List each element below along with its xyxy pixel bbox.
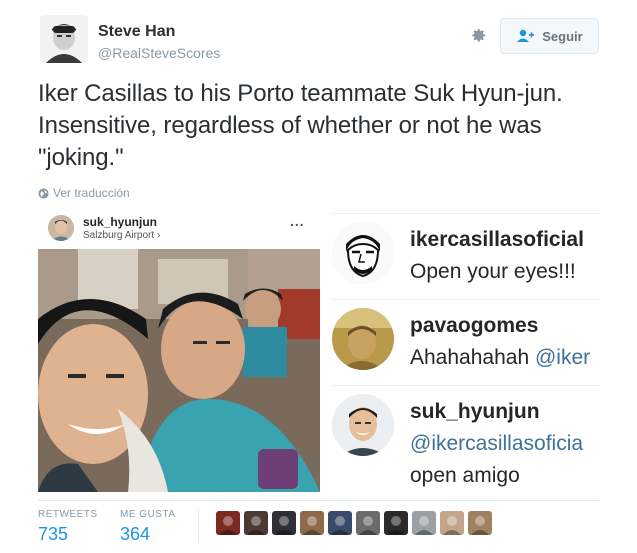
liker-avatars <box>216 511 492 535</box>
instagram-comments: ikercasillasoficial Open your eyes!!! pa… <box>330 213 599 492</box>
stats-divider <box>198 509 199 543</box>
liker-avatar[interactable] <box>412 511 436 535</box>
comment-mention: @iker <box>534 346 591 369</box>
liker-avatar[interactable] <box>384 511 408 535</box>
chevron-right-icon: › <box>156 230 161 241</box>
likes-stat[interactable]: ME GUSTA 364 <box>120 509 175 545</box>
comment-text: Open your eyes!!! <box>410 260 576 283</box>
commenter-username: suk_hyunjun <box>410 400 540 423</box>
commenter-username: pavaogomes <box>410 314 539 337</box>
drawing-face-avatar <box>332 222 394 284</box>
liker-avatar[interactable] <box>300 511 324 535</box>
commenter-avatar <box>332 394 394 456</box>
add-user-icon <box>517 29 535 42</box>
more-options-icon: ... <box>290 213 305 229</box>
tweet-text: Iker Casillas to his Porto teammate Suk … <box>38 80 563 171</box>
comment-item: ikercasillasoficial Open your eyes!!! <box>330 214 599 300</box>
liker-avatar[interactable] <box>328 511 352 535</box>
follow-button[interactable]: Seguir <box>500 18 599 54</box>
comment-body: Ahahahahah <box>410 346 535 369</box>
commenter-avatar <box>332 222 394 284</box>
commenter-avatar <box>332 308 394 370</box>
translate-link[interactable]: Ver traducción <box>38 186 130 200</box>
post-user-avatar <box>48 215 74 241</box>
comment-mention: @ikercasillasoficia <box>410 432 584 455</box>
likes-label: ME GUSTA <box>120 509 176 520</box>
gear-icon[interactable] <box>468 24 490 46</box>
liker-avatar[interactable] <box>216 511 240 535</box>
comment-text-line2: open amigo <box>410 464 520 487</box>
post-location-text: Salzburg Airport <box>83 230 155 241</box>
tweet-stats: RETWEETS 735 ME GUSTA 364 <box>38 500 599 550</box>
liker-avatar[interactable] <box>244 511 268 535</box>
author-handle[interactable]: @RealSteveScores <box>98 45 220 61</box>
author-avatar-image <box>40 15 88 63</box>
selfie-photo-image <box>38 249 320 492</box>
commenter-username: ikercasillasoficial <box>410 228 584 251</box>
liker-avatar[interactable] <box>440 511 464 535</box>
retweets-label: RETWEETS <box>38 509 98 520</box>
translate-label: Ver traducción <box>53 186 130 200</box>
liker-avatar[interactable] <box>272 511 296 535</box>
comment-item: suk_hyunjun @ikercasillasoficia open ami… <box>330 386 599 493</box>
tweet-media-image[interactable]: suk_hyunjun Salzburg Airport › ... ikerc… <box>38 207 599 492</box>
smiling-man-avatar <box>332 394 394 456</box>
instagram-post: suk_hyunjun Salzburg Airport › ... <box>38 207 320 492</box>
post-location: Salzburg Airport › <box>83 230 160 241</box>
post-user-avatar-image <box>48 215 74 241</box>
selfie-photo <box>38 249 320 492</box>
retweets-count: 735 <box>38 524 69 544</box>
author-avatar[interactable] <box>40 15 88 63</box>
comment-text: Ahahahahah @iker <box>410 346 599 370</box>
globe-icon <box>38 187 49 199</box>
retweets-stat[interactable]: RETWEETS 735 <box>38 509 98 545</box>
follow-button-label: Seguir <box>542 28 583 44</box>
photo-avatar <box>332 308 394 370</box>
author-name[interactable]: Steve Han <box>98 23 175 41</box>
comment-text: @ikercasillasoficia <box>410 432 599 456</box>
liker-avatar[interactable] <box>356 511 380 535</box>
comment-item: pavaogomes Ahahahahah @iker <box>330 300 599 386</box>
tweet-header: Steve Han @RealSteveScores Seguir <box>40 15 600 67</box>
likes-count: 364 <box>120 524 151 544</box>
liker-avatar[interactable] <box>468 511 492 535</box>
post-username: suk_hyunjun <box>83 215 158 229</box>
